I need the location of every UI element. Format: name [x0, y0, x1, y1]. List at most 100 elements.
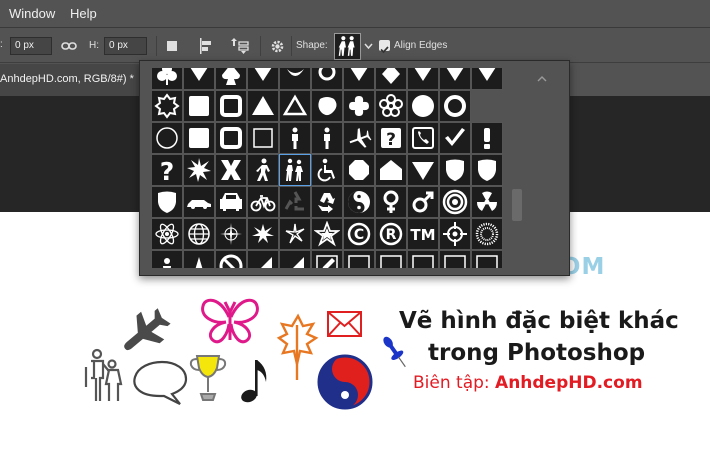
x-input[interactable]: 0 px: [10, 37, 52, 55]
shape-cell-target[interactable]: [439, 186, 471, 218]
shape-cell-circle-outline[interactable]: [151, 122, 183, 154]
shape-cell-question-box[interactable]: ?: [375, 122, 407, 154]
shape-cell-pedestrians[interactable]: [279, 154, 311, 186]
path-arrangement-icon[interactable]: [230, 37, 250, 55]
shape-cell-heart-down[interactable]: [343, 68, 375, 90]
shape-cell-sunburst[interactable]: [471, 218, 503, 250]
h-input[interactable]: 0 px: [104, 37, 147, 55]
shape-cell-burst-star[interactable]: [279, 218, 311, 250]
scrollbar-thumb[interactable]: [512, 189, 522, 221]
shape-cell-female[interactable]: [375, 186, 407, 218]
shape-cell-circle-frame[interactable]: [439, 90, 471, 122]
shape-cell-box[interactable]: [343, 250, 375, 268]
shape-cell-recycle-dark[interactable]: [279, 186, 311, 218]
shape-cell-flower-blob[interactable]: [343, 90, 375, 122]
shape-cell-shield[interactable]: [439, 154, 471, 186]
shape-cell-phone[interactable]: [407, 122, 439, 154]
recycle-dark-icon: [284, 191, 304, 211]
link-icon[interactable]: [61, 39, 77, 53]
shape-cell-box[interactable]: [471, 250, 503, 268]
shape-cell-atom[interactable]: [151, 218, 183, 250]
shape-cell-octagon[interactable]: [343, 154, 375, 186]
shape-cell-male[interactable]: [407, 186, 439, 218]
shape-cell-yin-yang[interactable]: [343, 186, 375, 218]
shape-cell-box[interactable]: [407, 250, 439, 268]
shape-cell-heart-down[interactable]: [183, 68, 215, 90]
shape-cell-burst-small[interactable]: [247, 218, 279, 250]
shape-cell-person[interactable]: [311, 122, 343, 154]
document-tab[interactable]: AnhdepHD.com, RGB/8#) *: [0, 64, 140, 96]
shape-cell-triangle-down[interactable]: [407, 154, 439, 186]
shape-cell-figure[interactable]: [151, 250, 183, 268]
shape-cell-heart-down[interactable]: [471, 68, 503, 90]
shape-cell-exclamation[interactable]: [471, 122, 503, 154]
shape-cell-bicycle[interactable]: [247, 186, 279, 218]
shape-cell-car-front[interactable]: [215, 186, 247, 218]
gear-icon[interactable]: [270, 39, 285, 54]
pedestrian-icon: [256, 158, 270, 181]
shape-cell-x-mark[interactable]: [215, 154, 247, 186]
shape-cell-square[interactable]: [183, 90, 215, 122]
scroll-up-icon[interactable]: [536, 75, 548, 83]
shape-cell-square-frame[interactable]: [215, 90, 247, 122]
burst-star-icon: [285, 223, 305, 244]
shape-cell-shield[interactable]: [151, 186, 183, 218]
shape-cell-radiation[interactable]: [471, 186, 503, 218]
shape-cell-ring[interactable]: [311, 68, 343, 90]
shape-cell-seal[interactable]: [151, 90, 183, 122]
shape-cell-heart-down[interactable]: [407, 68, 439, 90]
shape-cell-triangle-right[interactable]: [247, 250, 279, 268]
shape-cell-globe[interactable]: [183, 218, 215, 250]
shape-cell-square-frame[interactable]: [215, 122, 247, 154]
shape-cell-compass[interactable]: [215, 218, 247, 250]
shape-cell-square-outline[interactable]: [247, 122, 279, 154]
shape-cell-box[interactable]: [439, 250, 471, 268]
shape-cell-circle[interactable]: [407, 90, 439, 122]
female-icon: [383, 190, 399, 213]
shape-cell-pencil[interactable]: [311, 250, 343, 268]
shape-cell-triangle-up[interactable]: [183, 250, 215, 268]
shape-cell-person[interactable]: [279, 122, 311, 154]
shape-cell-diamond[interactable]: [375, 68, 407, 90]
shape-cell-registered[interactable]: R: [375, 218, 407, 250]
shape-cell-triangle-right[interactable]: [279, 250, 311, 268]
shape-cell-recycle[interactable]: [311, 186, 343, 218]
shape-cell-shield[interactable]: [471, 154, 503, 186]
shape-cell-crosshair[interactable]: [439, 218, 471, 250]
shape-cell-flower[interactable]: [375, 90, 407, 122]
shape-cell-pedestrian[interactable]: [247, 154, 279, 186]
path-operations-icon[interactable]: [165, 39, 179, 53]
menu-window[interactable]: Window: [9, 6, 55, 21]
shape-cell-no-sign[interactable]: [215, 250, 247, 268]
triangle-right-icon: [293, 257, 304, 268]
shape-cell-star-frame[interactable]: [311, 218, 343, 250]
shape-cell-burst[interactable]: [183, 154, 215, 186]
shape-cell-car-side[interactable]: [183, 186, 215, 218]
shape-cell-wheelchair[interactable]: [311, 154, 343, 186]
shape-cell-spade[interactable]: [215, 68, 247, 90]
shape-cell-copyright[interactable]: C: [343, 218, 375, 250]
shape-cell-pentagon-house[interactable]: [375, 154, 407, 186]
shape-cell-heart-down[interactable]: [439, 68, 471, 90]
chevron-down-icon[interactable]: [364, 42, 373, 50]
shape-cell-heart-down[interactable]: [247, 68, 279, 90]
shape-cell-trademark[interactable]: TM: [407, 218, 439, 250]
flower-blob-icon: [349, 96, 369, 116]
shape-cell-checkmark[interactable]: [439, 122, 471, 154]
menu-help[interactable]: Help: [70, 6, 97, 21]
shape-cell-box[interactable]: [375, 250, 407, 268]
shape-cell-club[interactable]: [151, 68, 183, 90]
shape-cell-triangle[interactable]: [247, 90, 279, 122]
car-front-icon: [220, 193, 242, 211]
shape-cell-airplane[interactable]: [343, 122, 375, 154]
shape-picker-button[interactable]: [334, 33, 361, 60]
shape-cell-square[interactable]: [183, 122, 215, 154]
path-alignment-icon[interactable]: [198, 37, 214, 55]
align-edges-checkbox[interactable]: [379, 40, 390, 54]
trademark-icon: TM: [410, 226, 435, 244]
shape-cell-blob[interactable]: [311, 90, 343, 122]
shape-cell-triangle-frame[interactable]: [279, 90, 311, 122]
shape-grid: ?? C R TM: [151, 68, 503, 268]
shape-cell-question[interactable]: ?: [151, 154, 183, 186]
shape-cell-moon[interactable]: [279, 68, 311, 90]
